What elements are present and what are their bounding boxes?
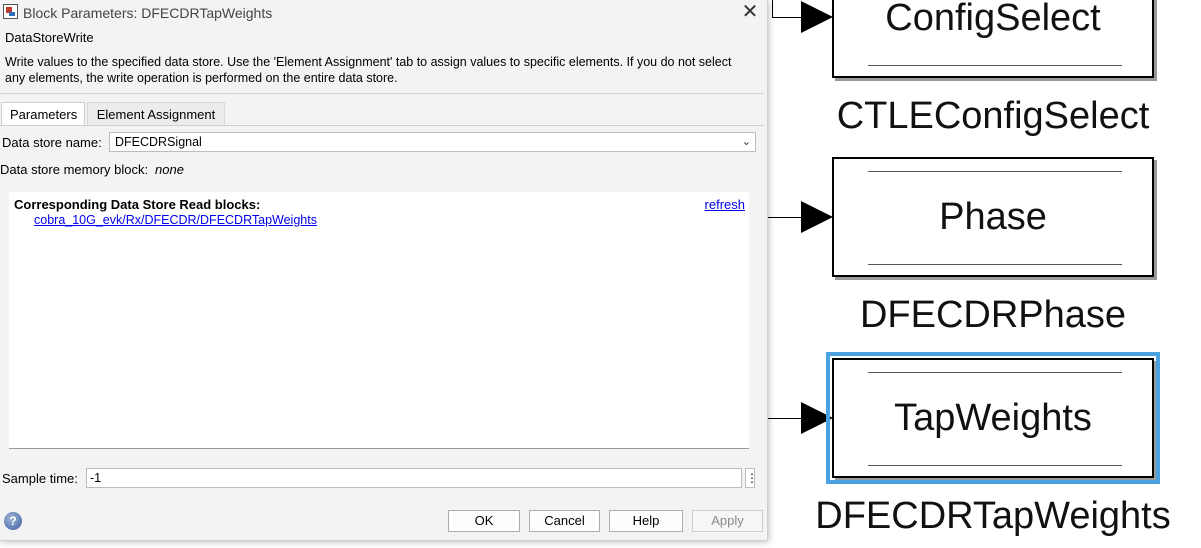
input-port-arrow <box>801 1 833 33</box>
data-store-name-value: DFECDRSignal <box>115 135 202 149</box>
block-name-label[interactable]: DFECDRPhase <box>793 294 1193 337</box>
signal-line <box>767 217 802 218</box>
tab-parameters[interactable]: Parameters <box>1 102 85 126</box>
sample-time-label: Sample time: <box>2 471 78 486</box>
apply-button[interactable]: Apply <box>692 510 763 532</box>
title-bar[interactable]: Block Parameters: DFECDRTapWeights ✕ <box>0 0 767 26</box>
read-blocks-heading: Corresponding Data Store Read blocks: <box>14 197 261 212</box>
tab-bar: Parameters Element Assignment <box>0 102 764 126</box>
memory-block-label: Data store memory block: <box>0 162 149 177</box>
dialog-title: Block Parameters: DFECDRTapWeights <box>23 5 273 21</box>
memory-block-value: none <box>155 162 184 177</box>
help-icon[interactable]: ? <box>4 512 22 530</box>
block-inner-label: TapWeights <box>894 396 1092 439</box>
block-description-panel: DataStoreWrite Write values to the speci… <box>0 27 764 94</box>
block-parameters-dialog: Block Parameters: DFECDRTapWeights ✕ Dat… <box>0 0 768 541</box>
dialog-footer: ? OK Cancel Help Apply <box>0 500 764 540</box>
read-block-link[interactable]: cobra_10G_evk/Rx/DFECDR/DFECDRTapWeights <box>34 213 317 227</box>
help-button[interactable]: Help <box>609 510 683 532</box>
sample-time-input[interactable]: -1 <box>86 468 742 488</box>
block-description: Write values to the specified data store… <box>5 55 732 85</box>
block-inner-label: Phase <box>939 195 1047 238</box>
data-store-name-dropdown[interactable]: DFECDRSignal ⌄ <box>109 132 756 152</box>
block-name-label[interactable]: DFECDRTapWeights <box>793 495 1193 538</box>
data-store-name-label: Data store name: <box>2 135 102 150</box>
block-inner-label: ConfigSelect <box>885 0 1101 39</box>
block-type-heading: DataStoreWrite <box>5 30 94 45</box>
more-options-button[interactable]: ⋮ <box>745 468 758 488</box>
block-name-label[interactable]: CTLEConfigSelect <box>793 95 1193 138</box>
data-store-write-block[interactable]: ConfigSelect <box>832 0 1154 78</box>
signal-line <box>767 418 802 419</box>
cancel-button[interactable]: Cancel <box>529 510 600 532</box>
read-blocks-panel: Corresponding Data Store Read blocks: re… <box>9 192 749 449</box>
data-store-write-block-selected[interactable]: TapWeights <box>826 352 1160 484</box>
parameters-panel: Data store name: DFECDRSignal ⌄ Data sto… <box>0 125 764 494</box>
data-store-write-block[interactable]: Phase <box>832 157 1154 277</box>
refresh-link[interactable]: refresh <box>705 197 745 212</box>
chevron-down-icon: ⌄ <box>741 136 751 148</box>
input-port-arrow <box>801 201 833 233</box>
simulink-block-icon <box>3 4 18 19</box>
close-icon[interactable]: ✕ <box>739 1 761 23</box>
input-port-arrow <box>801 402 833 434</box>
signal-line <box>772 17 802 18</box>
ok-button[interactable]: OK <box>448 510 520 532</box>
signal-line <box>772 0 773 18</box>
tab-element-assignment[interactable]: Element Assignment <box>87 102 225 126</box>
